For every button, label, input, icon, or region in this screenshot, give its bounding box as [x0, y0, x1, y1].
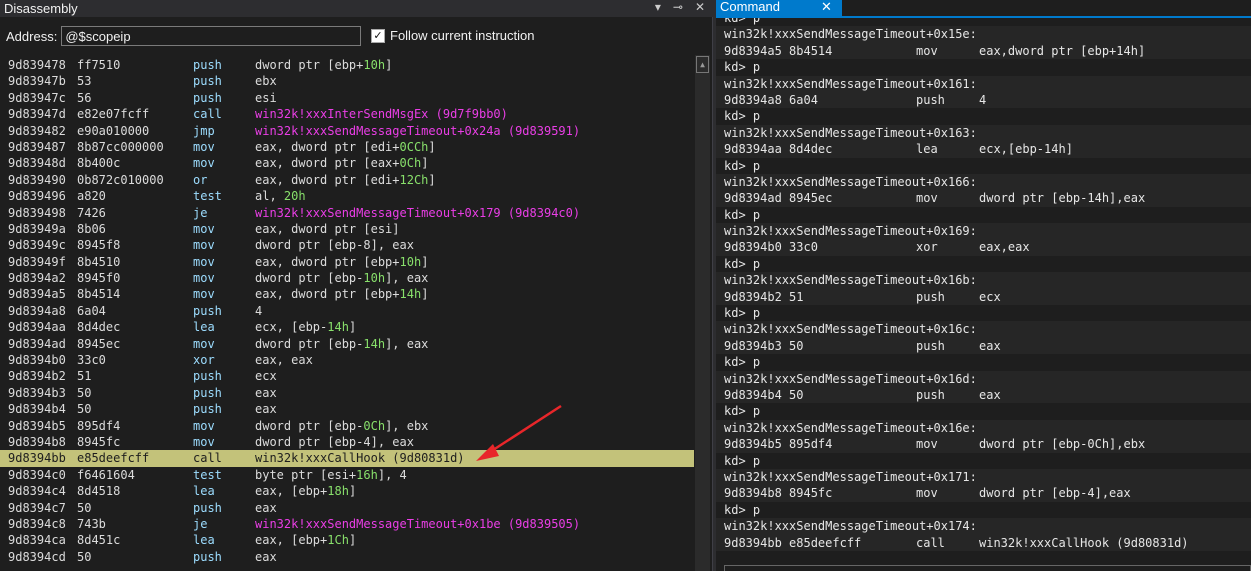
annotation-arrow	[476, 404, 562, 461]
